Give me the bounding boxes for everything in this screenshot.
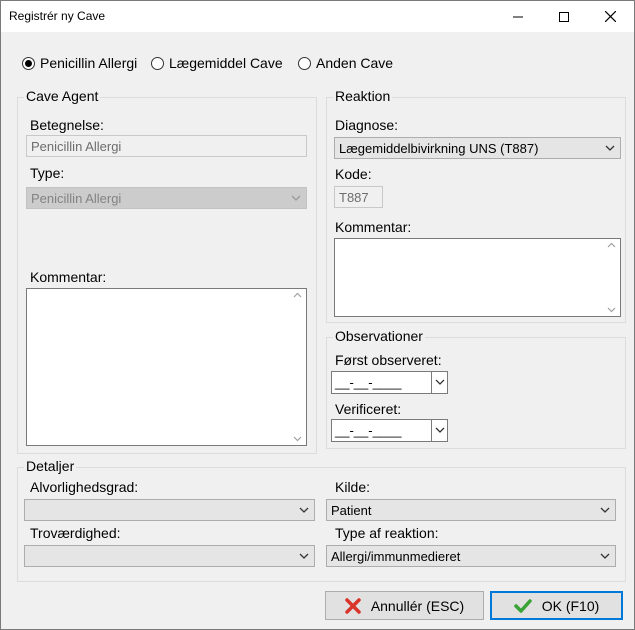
- radio-laegemiddel[interactable]: Lægemiddel Cave: [151, 54, 283, 72]
- verificeret-label: Verificeret:: [335, 401, 402, 417]
- chevron-down-icon: [299, 507, 309, 513]
- reaktion-kommentar-label: Kommentar:: [335, 219, 412, 235]
- cancel-button-label: Annullér (ESC): [370, 597, 465, 614]
- alvorlighedsgrad-select[interactable]: [24, 499, 315, 521]
- chevron-down-icon: [435, 427, 445, 433]
- type-select-value: Penicillin Allergi: [31, 191, 122, 206]
- minimize-button[interactable]: [495, 1, 541, 32]
- reaktion-title: Reaktion: [333, 88, 393, 104]
- radio-laegemiddel-label: Lægemiddel Cave: [169, 55, 283, 71]
- verificeret-dropdown[interactable]: [431, 420, 447, 441]
- dialog-window: Registrér ny Cave Penicillin Allergi Læg…: [0, 0, 635, 630]
- foerst-observeret-datepicker[interactable]: __-__-____: [331, 371, 448, 394]
- cancel-button[interactable]: Annullér (ESC): [325, 591, 484, 620]
- radio-anden-label: Anden Cave: [316, 55, 394, 71]
- betegnelse-field[interactable]: Penicillin Allergi: [26, 135, 307, 157]
- betegnelse-label: Betegnelse:: [30, 117, 104, 133]
- trovaerdighed-label: Troværdighed:: [30, 525, 121, 541]
- alvorlighedsgrad-label: Alvorlighedsgrad:: [30, 479, 139, 495]
- chevron-down-icon: [299, 553, 309, 559]
- maximize-button[interactable]: [541, 1, 587, 32]
- reaktion-kommentar-scrollbar[interactable]: [603, 239, 620, 316]
- trovaerdighed-select[interactable]: [24, 545, 315, 567]
- radio-unselected-icon: [151, 56, 164, 70]
- checkmark-icon: [513, 598, 532, 613]
- agent-kommentar-scrollbar[interactable]: [289, 289, 306, 445]
- kilde-select[interactable]: Patient: [326, 499, 616, 521]
- diagnose-select[interactable]: Lægemiddelbivirkning UNS (T887): [334, 137, 621, 159]
- foerst-observeret-value: __-__-____: [335, 375, 402, 390]
- type-af-reaktion-select[interactable]: Allergi/immunmedieret: [326, 545, 616, 567]
- detaljer-title: Detaljer: [24, 458, 77, 474]
- maximize-icon: [559, 11, 569, 22]
- chevron-down-icon: [600, 507, 610, 513]
- diagnose-label: Diagnose:: [335, 117, 399, 133]
- foerst-observeret-label: Først observeret:: [335, 352, 442, 368]
- ok-button[interactable]: OK (F10): [490, 591, 623, 620]
- cave-agent-title: Cave Agent: [24, 88, 101, 104]
- kilde-label: Kilde:: [335, 479, 371, 495]
- kode-field[interactable]: T887: [334, 186, 383, 208]
- verificeret-value: __-__-____: [335, 423, 402, 438]
- scroll-down-icon: [607, 307, 616, 313]
- chevron-down-icon: [600, 553, 610, 559]
- radio-unselected-icon: [298, 56, 311, 70]
- radio-penicillin[interactable]: Penicillin Allergi: [22, 54, 137, 72]
- chevron-down-icon: [605, 145, 615, 151]
- scroll-down-icon: [293, 436, 302, 442]
- agent-kommentar-label: Kommentar:: [30, 269, 107, 285]
- type-af-reaktion-label: Type af reaktion:: [335, 525, 439, 541]
- close-button[interactable]: [587, 1, 633, 32]
- type-af-reaktion-value: Allergi/immunmedieret: [331, 549, 461, 564]
- verificeret-datepicker[interactable]: __-__-____: [331, 419, 448, 442]
- kilde-value: Patient: [331, 503, 372, 518]
- radio-selected-icon: [22, 56, 35, 70]
- ok-button-label: OK (F10): [541, 597, 600, 614]
- scroll-up-icon: [293, 292, 302, 298]
- type-label: Type:: [30, 165, 65, 181]
- title-bar: Registrér ny Cave: [1, 1, 634, 32]
- chevron-down-icon: [291, 195, 301, 201]
- scroll-up-icon: [607, 242, 616, 248]
- close-icon: [604, 11, 616, 22]
- radio-penicillin-label: Penicillin Allergi: [40, 55, 138, 71]
- foerst-observeret-dropdown[interactable]: [431, 372, 447, 393]
- kode-label: Kode:: [335, 166, 372, 182]
- type-select[interactable]: Penicillin Allergi: [26, 187, 307, 209]
- observationer-title: Observationer: [333, 328, 425, 344]
- window-title: Registrér ny Cave: [9, 9, 106, 23]
- minimize-icon: [513, 16, 523, 17]
- agent-kommentar-textarea[interactable]: [26, 288, 307, 446]
- cancel-x-icon: [345, 597, 361, 614]
- diagnose-select-value: Lægemiddelbivirkning UNS (T887): [339, 141, 539, 156]
- chevron-down-icon: [435, 379, 445, 385]
- reaktion-kommentar-textarea[interactable]: [334, 238, 621, 317]
- radio-anden[interactable]: Anden Cave: [298, 54, 393, 72]
